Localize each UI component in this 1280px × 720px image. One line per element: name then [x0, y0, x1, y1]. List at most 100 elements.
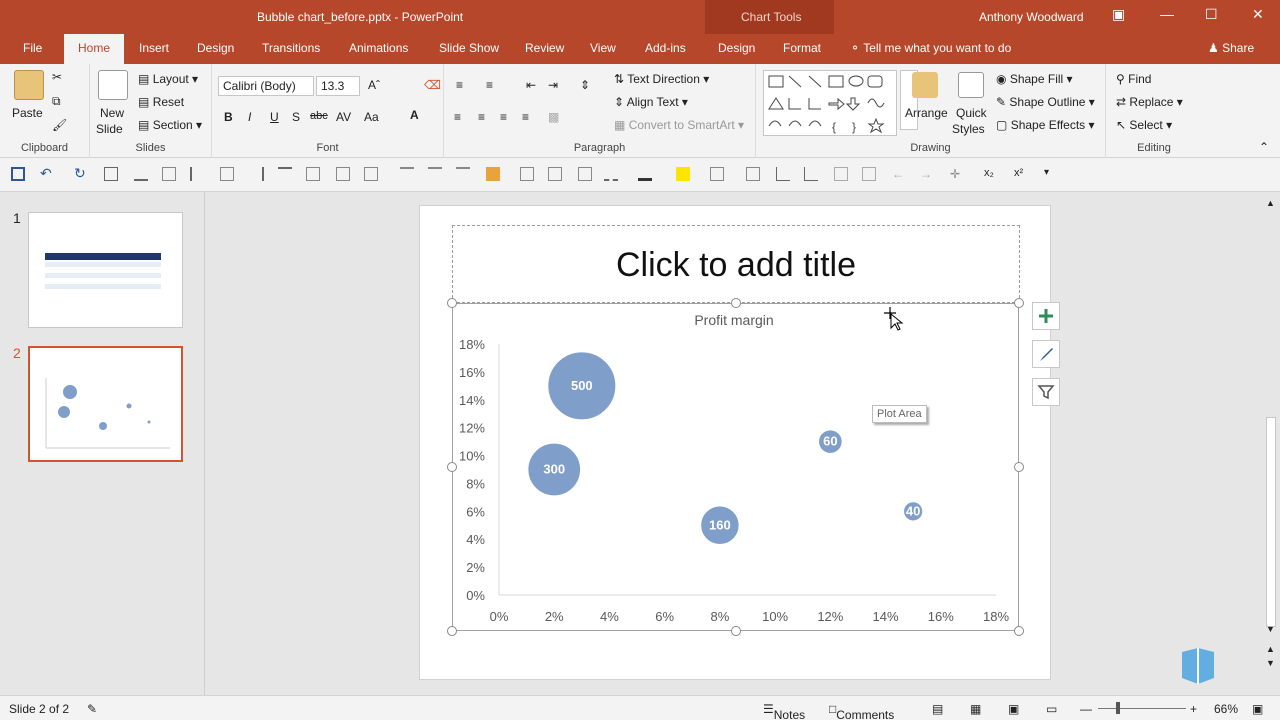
- spellcheck-icon[interactable]: ✎: [87, 702, 97, 716]
- new-slide-button-line2[interactable]: Slide: [96, 122, 123, 136]
- font-name-field[interactable]: Calibri (Body): [218, 76, 314, 96]
- tab-slide-show[interactable]: Slide Show: [439, 41, 499, 55]
- align-bottom-icon[interactable]: [134, 167, 148, 181]
- new-slide-icon[interactable]: [98, 70, 128, 100]
- fill-color-icon[interactable]: [486, 167, 500, 181]
- align-center-icon[interactable]: ≡: [478, 110, 485, 124]
- text-right-icon[interactable]: [456, 167, 470, 181]
- arrange-icon[interactable]: [912, 72, 938, 98]
- slide-thumbnail-2[interactable]: [28, 346, 183, 462]
- shape-fill-button[interactable]: ◉ Shape Fill ▾: [996, 72, 1073, 86]
- align-right-icon[interactable]: ≡: [500, 110, 507, 124]
- highlight-icon[interactable]: [676, 167, 690, 181]
- ribbon-display-icon[interactable]: ▣: [1112, 6, 1125, 23]
- scrollbar-thumb[interactable]: [1266, 417, 1276, 627]
- close-icon[interactable]: ✕: [1252, 6, 1264, 23]
- layout-button[interactable]: ▤ Layout ▾: [138, 72, 198, 86]
- reading-view-icon[interactable]: ▣: [1008, 702, 1019, 716]
- chart-styles-button[interactable]: [1032, 340, 1060, 368]
- tab-insert[interactable]: Insert: [139, 41, 169, 55]
- copy-icon[interactable]: ⧉: [52, 94, 61, 109]
- cut-icon[interactable]: ✂: [52, 70, 62, 84]
- tab-add-ins[interactable]: Add-ins: [645, 41, 686, 55]
- quick-styles-icon[interactable]: [958, 72, 984, 98]
- fit-to-window-icon[interactable]: ▣: [1252, 702, 1263, 716]
- more-options-icon[interactable]: ✛: [950, 167, 964, 181]
- chart-elements-button[interactable]: [1032, 302, 1060, 330]
- slideshow-view-icon[interactable]: ▭: [1046, 702, 1057, 716]
- section-button[interactable]: ▤ Section ▾: [138, 118, 202, 132]
- superscript-icon[interactable]: x²: [1014, 167, 1028, 181]
- crop-icon[interactable]: [578, 167, 592, 181]
- paste-button[interactable]: Paste: [12, 106, 43, 120]
- arrange-button[interactable]: Arrange: [905, 106, 948, 120]
- slide-thumbnail-1[interactable]: [28, 212, 183, 328]
- new-slide-button[interactable]: New: [100, 106, 124, 120]
- tab-design[interactable]: Design: [197, 41, 234, 55]
- align-right-shape-icon[interactable]: [250, 167, 264, 181]
- dash-type-icon[interactable]: [604, 167, 618, 181]
- reset-button[interactable]: ▤ Reset: [138, 95, 184, 109]
- tab-chart-format[interactable]: Format: [783, 41, 821, 55]
- tab-animations[interactable]: Animations: [349, 41, 408, 55]
- redo-icon[interactable]: ↻: [74, 165, 88, 181]
- crop-fit-icon[interactable]: [862, 167, 876, 181]
- start-presentation-icon[interactable]: [104, 167, 118, 181]
- italic-button[interactable]: I: [248, 110, 251, 124]
- underline-button[interactable]: U: [270, 110, 279, 124]
- align-left-icon[interactable]: ≡: [454, 110, 461, 124]
- size-icon[interactable]: [364, 167, 378, 181]
- minimize-icon[interactable]: —: [1160, 6, 1174, 22]
- elbow-connector-icon[interactable]: [804, 167, 818, 181]
- vertical-scrollbar[interactable]: ▲ ▼ ▲ ▼: [1262, 192, 1280, 695]
- send-backward-icon[interactable]: [548, 167, 562, 181]
- distribute-icon[interactable]: [162, 167, 176, 181]
- tab-review[interactable]: Review: [525, 41, 564, 55]
- align-middle-icon[interactable]: [306, 167, 320, 181]
- shape-effects-button[interactable]: ▢ Shape Effects ▾: [996, 118, 1095, 132]
- eyedropper-icon[interactable]: [746, 167, 760, 181]
- forward-arrow-icon[interactable]: →: [920, 167, 934, 181]
- connector-icon[interactable]: [776, 167, 790, 181]
- customize-toolbar-icon[interactable]: ▾: [1044, 167, 1058, 181]
- bullets-icon[interactable]: ≡: [456, 78, 463, 92]
- bold-button[interactable]: B: [224, 110, 233, 124]
- char-spacing-icon[interactable]: AV: [336, 110, 351, 124]
- text-center-icon[interactable]: [428, 167, 442, 181]
- increase-font-icon[interactable]: Aˆ: [368, 78, 380, 92]
- shape-outline-button[interactable]: ✎ Shape Outline ▾: [996, 95, 1095, 109]
- tab-home[interactable]: Home: [64, 34, 125, 64]
- zoom-in-icon[interactable]: +: [1190, 702, 1197, 716]
- save-icon[interactable]: [11, 167, 25, 181]
- notes-button[interactable]: ☰ Notes: [763, 702, 805, 720]
- zoom-slider-thumb[interactable]: [1116, 702, 1120, 714]
- user-name[interactable]: Anthony Woodward: [979, 10, 1084, 24]
- shadow-button[interactable]: S: [292, 110, 300, 124]
- bring-forward-icon[interactable]: [520, 167, 534, 181]
- justify-icon[interactable]: ≡: [522, 110, 529, 124]
- columns-icon[interactable]: ▩: [548, 110, 559, 124]
- clear-format-icon[interactable]: ⌫: [424, 78, 441, 92]
- zoom-out-icon[interactable]: —: [1080, 702, 1092, 716]
- align-text-button[interactable]: ⇕ Align Text ▾: [614, 95, 688, 109]
- previous-slide-icon[interactable]: ▲: [1266, 644, 1275, 654]
- text-left-icon[interactable]: [400, 167, 414, 181]
- scroll-up-icon[interactable]: ▲: [1266, 198, 1275, 208]
- tell-me-search[interactable]: ⚬ Tell me what you want to do: [850, 41, 1011, 55]
- font-size-field[interactable]: 13.3: [316, 76, 360, 96]
- tab-chart-design[interactable]: Design: [718, 41, 755, 55]
- back-arrow-icon[interactable]: ←: [892, 167, 906, 181]
- line-spacing-icon[interactable]: ⇕: [580, 78, 590, 92]
- tab-file[interactable]: File: [23, 41, 42, 55]
- strikethrough-button[interactable]: abc: [310, 110, 328, 122]
- format-painter-icon[interactable]: 🖌: [52, 118, 67, 132]
- quick-styles-button[interactable]: Quick: [956, 106, 987, 120]
- bubble-chart[interactable]: Profit margin 0% 2% 4% 6% 8% 10% 12% 14% 16% 18% 0%…: [419, 205, 1051, 680]
- convert-smartart-button[interactable]: ▦ Convert to SmartArt ▾: [614, 118, 744, 132]
- zoom-level[interactable]: 66%: [1214, 702, 1238, 716]
- comments-button[interactable]: □ Comments: [829, 702, 894, 720]
- replace-button[interactable]: ⇄ Replace ▾: [1116, 95, 1183, 109]
- scroll-down-icon[interactable]: ▼: [1266, 624, 1275, 634]
- quick-styles-button-line2[interactable]: Styles: [952, 122, 985, 136]
- decrease-indent-icon[interactable]: ⇤: [526, 78, 536, 92]
